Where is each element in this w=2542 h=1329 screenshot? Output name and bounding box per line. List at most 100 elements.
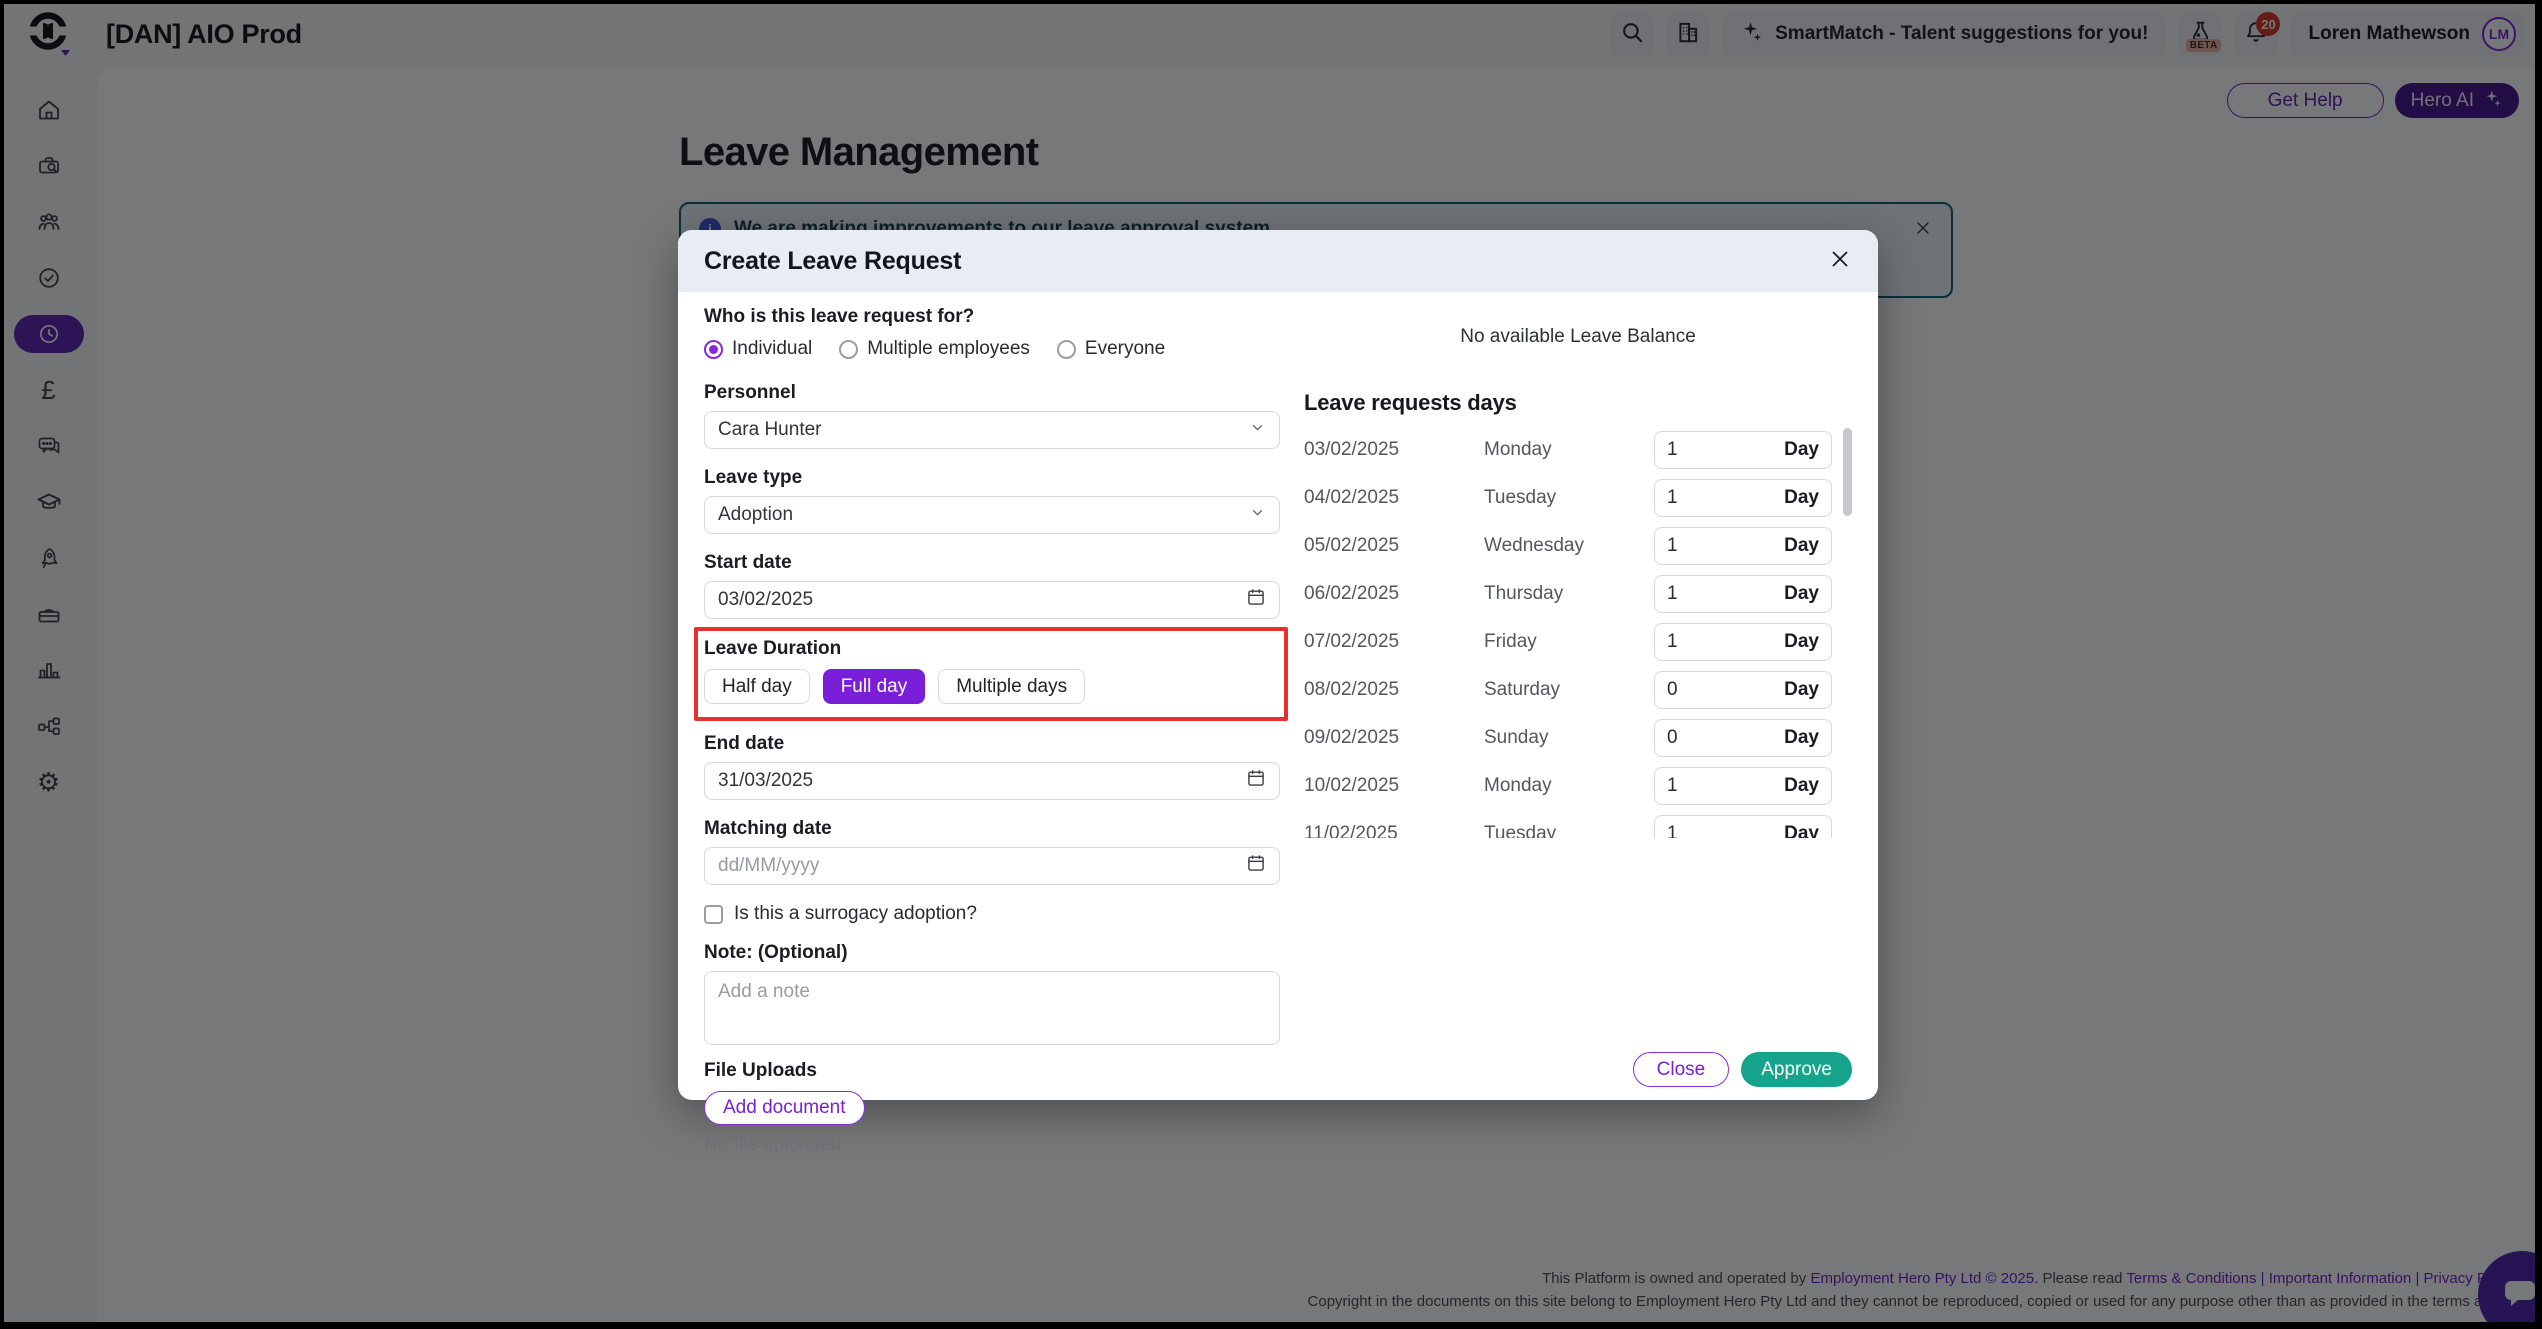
- end-date-label: End date: [704, 733, 785, 754]
- leave-day-date: 03/02/2025: [1304, 439, 1400, 460]
- duration-option-label: Half day: [722, 675, 792, 697]
- duration-option-button[interactable]: Multiple days: [938, 669, 1086, 704]
- leave-day-weekday: Saturday: [1484, 679, 1561, 700]
- create-leave-request-modal: Create Leave Request Who is this leave r…: [678, 230, 1878, 1155]
- leave-days-list: 03/02/2025 Monday 1 Day 04/02/2025 Tuesd…: [1304, 426, 1852, 838]
- who-for-label: Who is this leave request for?: [704, 306, 975, 327]
- leave-day-row: 06/02/2025 Thursday 1 Day: [1304, 570, 1832, 618]
- leave-type-select[interactable]: Adoption: [704, 496, 1280, 534]
- leave-day-weekday: Friday: [1484, 631, 1537, 652]
- duration-option-button[interactable]: Full day: [822, 669, 926, 704]
- surrogacy-label: Is this a surrogacy adoption?: [734, 903, 977, 924]
- leave-day-unit: Day: [1784, 535, 1819, 556]
- add-document-button[interactable]: Add document: [704, 1091, 865, 1125]
- leave-day-value: 0: [1667, 679, 1678, 700]
- leave-day-unit: Day: [1784, 823, 1819, 838]
- leave-day-date: 10/02/2025: [1304, 775, 1400, 796]
- leave-day-unit: Day: [1784, 631, 1819, 652]
- who-for-radio-group: Individual Multiple employees Everyone: [704, 338, 1280, 360]
- surrogacy-checkbox-row: Is this a surrogacy adoption?: [704, 903, 1280, 925]
- leave-requests-days-title: Leave requests days: [1304, 390, 1517, 415]
- modal-header: Create Leave Request: [678, 230, 1878, 292]
- note-textarea[interactable]: Add a note: [704, 971, 1280, 1045]
- close-icon[interactable]: [1828, 247, 1852, 276]
- leave-day-weekday: Thursday: [1484, 583, 1564, 604]
- calendar-icon: [1246, 587, 1266, 613]
- leave-day-amount-input[interactable]: 1 Day: [1654, 431, 1832, 469]
- radio-icon[interactable]: [839, 339, 859, 359]
- leave-day-unit: Day: [1784, 583, 1819, 604]
- matching-date-input[interactable]: dd/MM/yyyy: [704, 847, 1280, 885]
- leave-day-amount-input[interactable]: 1 Day: [1654, 815, 1832, 838]
- leave-day-weekday: Monday: [1484, 775, 1552, 796]
- leave-day-unit: Day: [1784, 679, 1819, 700]
- modal-body: Who is this leave request for? Individua…: [678, 292, 1878, 1155]
- personnel-select[interactable]: Cara Hunter: [704, 411, 1280, 449]
- duration-option-button[interactable]: Half day: [704, 669, 810, 704]
- leave-day-amount-input[interactable]: 1 Day: [1654, 527, 1832, 565]
- leave-day-date: 09/02/2025: [1304, 727, 1400, 748]
- leave-day-value: 1: [1667, 631, 1678, 652]
- leave-day-value: 1: [1667, 439, 1678, 460]
- leave-day-value: 1: [1667, 775, 1678, 796]
- leave-day-row: 07/02/2025 Friday 1 Day: [1304, 618, 1832, 666]
- leave-balance-text: No available Leave Balance: [1460, 326, 1696, 347]
- leave-day-amount-input[interactable]: 0 Day: [1654, 671, 1832, 709]
- leave-type-value: Adoption: [718, 504, 794, 525]
- leave-day-row: 08/02/2025 Saturday 0 Day: [1304, 666, 1832, 714]
- start-date-input[interactable]: 03/02/2025: [704, 581, 1280, 619]
- calendar-icon: [1246, 853, 1266, 879]
- end-date-value: 31/03/2025: [718, 770, 814, 791]
- leave-day-amount-input[interactable]: 1 Day: [1654, 767, 1832, 805]
- leave-type-label: Leave type: [704, 467, 803, 488]
- no-file-text: No file uploaded: [704, 1134, 842, 1155]
- leave-day-row: 10/02/2025 Monday 1 Day: [1304, 762, 1832, 810]
- leave-day-date: 04/02/2025: [1304, 487, 1400, 508]
- leave-day-unit: Day: [1784, 727, 1819, 748]
- leave-day-date: 07/02/2025: [1304, 631, 1400, 652]
- leave-day-amount-input[interactable]: 0 Day: [1654, 719, 1832, 757]
- leave-duration-label: Leave Duration: [704, 638, 842, 659]
- note-placeholder: Add a note: [718, 981, 810, 1002]
- radio-option[interactable]: Multiple employees: [839, 338, 1030, 360]
- leave-day-amount-input[interactable]: 1 Day: [1654, 575, 1832, 613]
- radio-label: Multiple employees: [867, 338, 1030, 359]
- radio-option[interactable]: Individual: [704, 338, 812, 360]
- leave-day-amount-input[interactable]: 1 Day: [1654, 623, 1832, 661]
- duration-option-label: Multiple days: [956, 675, 1068, 697]
- radio-icon[interactable]: [704, 339, 723, 359]
- leave-day-row: 05/02/2025 Wednesday 1 Day: [1304, 522, 1832, 570]
- approve-button[interactable]: Approve: [1741, 1052, 1852, 1087]
- leave-day-weekday: Monday: [1484, 439, 1552, 460]
- leave-day-unit: Day: [1784, 775, 1819, 796]
- personnel-label: Personnel: [704, 382, 796, 403]
- leave-day-weekday: Sunday: [1484, 727, 1549, 748]
- leave-day-value: 1: [1667, 535, 1678, 556]
- file-uploads-label: File Uploads: [704, 1060, 817, 1081]
- personnel-value: Cara Hunter: [718, 419, 822, 440]
- chevron-down-icon: [1249, 504, 1266, 527]
- modal-title: Create Leave Request: [704, 246, 962, 275]
- leave-day-value: 1: [1667, 487, 1678, 508]
- leave-day-date: 05/02/2025: [1304, 535, 1400, 556]
- matching-date-placeholder: dd/MM/yyyy: [718, 855, 820, 876]
- scrollbar-thumb[interactable]: [1843, 428, 1852, 516]
- duration-option-label: Full day: [840, 675, 908, 697]
- close-button[interactable]: Close: [1632, 1052, 1730, 1087]
- radio-option[interactable]: Everyone: [1056, 338, 1165, 360]
- leave-day-amount-input[interactable]: 1 Day: [1654, 479, 1832, 517]
- surrogacy-checkbox[interactable]: [704, 904, 723, 924]
- matching-date-label: Matching date: [704, 818, 832, 839]
- leave-day-row: 04/02/2025 Tuesday 1 Day: [1304, 474, 1832, 522]
- leave-day-weekday: Tuesday: [1484, 823, 1557, 838]
- leave-day-row: 11/02/2025 Tuesday 1 Day: [1304, 810, 1832, 838]
- chevron-down-icon: [1249, 419, 1266, 442]
- calendar-icon: [1246, 768, 1266, 794]
- start-date-label: Start date: [704, 552, 792, 573]
- leave-day-unit: Day: [1784, 439, 1819, 460]
- end-date-input[interactable]: 31/03/2025: [704, 762, 1280, 800]
- start-date-value: 03/02/2025: [718, 589, 814, 610]
- radio-icon[interactable]: [1056, 339, 1076, 359]
- leave-day-value: 0: [1667, 727, 1678, 748]
- days-scrollbar[interactable]: [1843, 428, 1852, 836]
